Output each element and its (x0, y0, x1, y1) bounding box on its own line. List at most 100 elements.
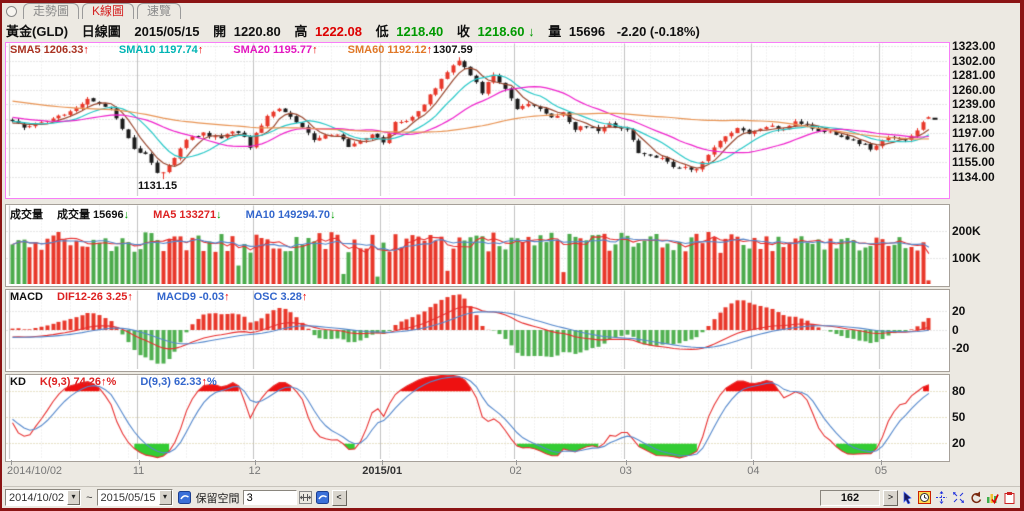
copy-icon[interactable] (1002, 490, 1017, 505)
tab-K線圖[interactable]: K線圖 (82, 3, 135, 19)
legend-item: MACD9 -0.03↑ (156, 291, 230, 303)
reserve-space-label: 保留空間 (195, 492, 240, 505)
legend-item: 成交量 15696↓ (57, 209, 130, 221)
bar-width-icon[interactable] (298, 490, 313, 505)
x-axis-label: 12 (248, 465, 261, 477)
macd-axis-label: -20 (952, 340, 970, 355)
price-axis-label: 1323.00 (952, 39, 996, 54)
crosshair-tool-icon[interactable] (934, 490, 949, 505)
open-label: 開 (213, 24, 227, 39)
date-from-value: 2014/10/02 (9, 491, 65, 504)
high-price-callout: 1307.59 (433, 44, 473, 56)
reserve-space-input[interactable] (242, 490, 297, 505)
change-value: -2.20 (-0.18%) (616, 24, 700, 39)
indicator-settings-icon[interactable] (985, 490, 1000, 505)
down-arrow-icon: ↓ (216, 209, 222, 221)
visible-bars-count: 162 (820, 489, 880, 506)
pointer-tool-icon[interactable] (900, 490, 915, 505)
legend-item: OSC 3.28↑ (253, 291, 308, 303)
date-to-select[interactable]: 2015/05/15 ▾ (96, 489, 173, 506)
chevron-down-icon[interactable]: ▾ (67, 490, 81, 505)
price-chart-canvas[interactable] (6, 43, 947, 196)
down-arrow-icon: ↓ (330, 209, 336, 221)
tab-速覽[interactable]: 速覽 (137, 3, 182, 19)
tab-bar: 走勢圖 K線圖 速覽 (4, 3, 184, 19)
legend-item: MA10 149294.70↓ (245, 209, 336, 221)
x-axis-label: 2015/01 (362, 465, 403, 477)
quote-date: 2015/05/15 (134, 24, 200, 39)
tab-bar-icon[interactable] (6, 6, 17, 17)
price-axis-label: 1239.00 (952, 97, 996, 112)
legend-item: K(9,3) 74.26↑% (39, 376, 117, 388)
up-arrow-icon: ↑ (224, 291, 230, 303)
x-axis-label: 03 (619, 465, 632, 477)
scroll-right-button[interactable]: > (883, 489, 898, 506)
date-from-select[interactable]: 2014/10/02 ▾ (5, 489, 82, 506)
low-label: 低 (375, 24, 389, 39)
x-axis-label: 05 (874, 465, 888, 477)
down-arrow-icon: ↓ (123, 209, 130, 221)
bottom-toolbar: 2014/10/02 ▾ ~ 2015/05/15 ▾ 保留空間 < 162 > (3, 486, 1020, 508)
up-arrow-icon: ↑ (197, 44, 204, 56)
apply-view-icon[interactable] (315, 490, 330, 505)
high-label: 高 (294, 24, 308, 39)
price-legend: SMA5 1206.33↑ SMA10 1197.74↑ SMA20 1195.77… (10, 44, 462, 56)
x-axis-label: 2014/10/02 (7, 465, 63, 477)
low-price-callout: 1131.15 (138, 180, 178, 192)
price-axis-label: 1218.00 (952, 111, 996, 126)
price-axis-label: 1155.00 (952, 155, 995, 170)
chevron-down-icon[interactable]: ▾ (158, 490, 172, 505)
close-value: 1218.60 (477, 24, 525, 39)
kd-legend: KD K(9,3) 74.26↑% D(9,3) 62.33↑% (10, 376, 241, 388)
price-axis-label: 1281.00 (952, 68, 996, 83)
date-to-value: 2015/05/15 (100, 491, 156, 504)
macd-axis-label: 20 (952, 304, 966, 319)
price-axis-label: 1302.00 (952, 53, 996, 68)
x-axis-label: 11 (132, 465, 145, 477)
high-value: 1222.08 (314, 24, 362, 39)
up-arrow-icon: ↑ (127, 291, 133, 303)
kd-axis-label: 80 (952, 383, 966, 398)
scroll-left-button[interactable]: < (331, 489, 347, 506)
price-panel: SMA5 1206.33↑ SMA10 1197.74↑ SMA20 1195.77… (5, 42, 950, 199)
up-arrow-icon: ↑ (426, 44, 433, 56)
lg-macd-title: MACD (10, 291, 43, 303)
legend-item: SMA20 1195.77↑ (233, 44, 318, 56)
volume-axis-label: 200K (952, 224, 981, 239)
legend-item: SMA60 1192.12↑ (347, 44, 433, 56)
open-value: 1220.80 (233, 24, 281, 39)
close-label: 收 (456, 24, 470, 39)
volume-axis-label: 100K (952, 250, 981, 265)
zoom-tool-icon[interactable] (951, 490, 966, 505)
price-axis-label: 1197.00 (952, 126, 995, 141)
undo-icon[interactable] (968, 490, 983, 505)
macd-panel: MACD DIF12-26 3.25↑ MACD9 -0.03↑ OSC 3.28↑ (5, 289, 950, 372)
legend-item: SMA5 1206.33↑ (10, 44, 89, 56)
macd-axis-label: 0 (952, 322, 959, 337)
macd-legend: MACD DIF12-26 3.25↑ MACD9 -0.03↑ OSC 3.28↑ (10, 291, 331, 303)
up-arrow-icon: ↑ (312, 44, 318, 56)
kd-panel: KD K(9,3) 74.26↑% D(9,3) 62.33↑% (5, 374, 950, 462)
legend-item: DIF12-26 3.25↑ (57, 291, 133, 303)
lg-kd-title: KD (10, 376, 26, 388)
clock-icon[interactable] (917, 490, 932, 505)
price-axis-label: 1176.00 (952, 140, 995, 155)
kd-axis-label: 50 (952, 410, 966, 424)
volume-value: 15696 (568, 24, 606, 39)
volume-legend: 成交量 成交量 15696↓ MA5 133271↓ MA10 149294.70↓ (10, 206, 360, 222)
quote-header: 黃金(GLD) 日線圖 2015/05/15 開 1220.80 高 1222.… (6, 21, 700, 40)
price-axis-label: 1260.00 (952, 82, 996, 97)
x-axis-label: 02 (509, 465, 522, 477)
up-arrow-icon: ↑ (83, 44, 89, 56)
low-value: 1218.40 (396, 24, 444, 39)
up-arrow-icon: ↑ (301, 291, 308, 303)
legend-item: SMA10 1197.74↑ (118, 44, 204, 56)
chart-period-label: 日線圖 (81, 24, 121, 39)
tab-走勢圖[interactable]: 走勢圖 (23, 3, 80, 19)
volume-label: 量 (548, 24, 562, 39)
volume-panel: 成交量 成交量 15696↓ MA5 133271↓ MA10 149294.70↓ (5, 204, 950, 287)
date-picker-icon[interactable] (177, 490, 192, 505)
legend-item: MA5 133271↓ (153, 209, 222, 221)
legend-item: D(9,3) 62.33↑% (140, 376, 217, 388)
app-window: 走勢圖 K線圖 速覽 黃金(GLD) 日線圖 2015/05/15 開 1220.8… (0, 0, 1024, 511)
